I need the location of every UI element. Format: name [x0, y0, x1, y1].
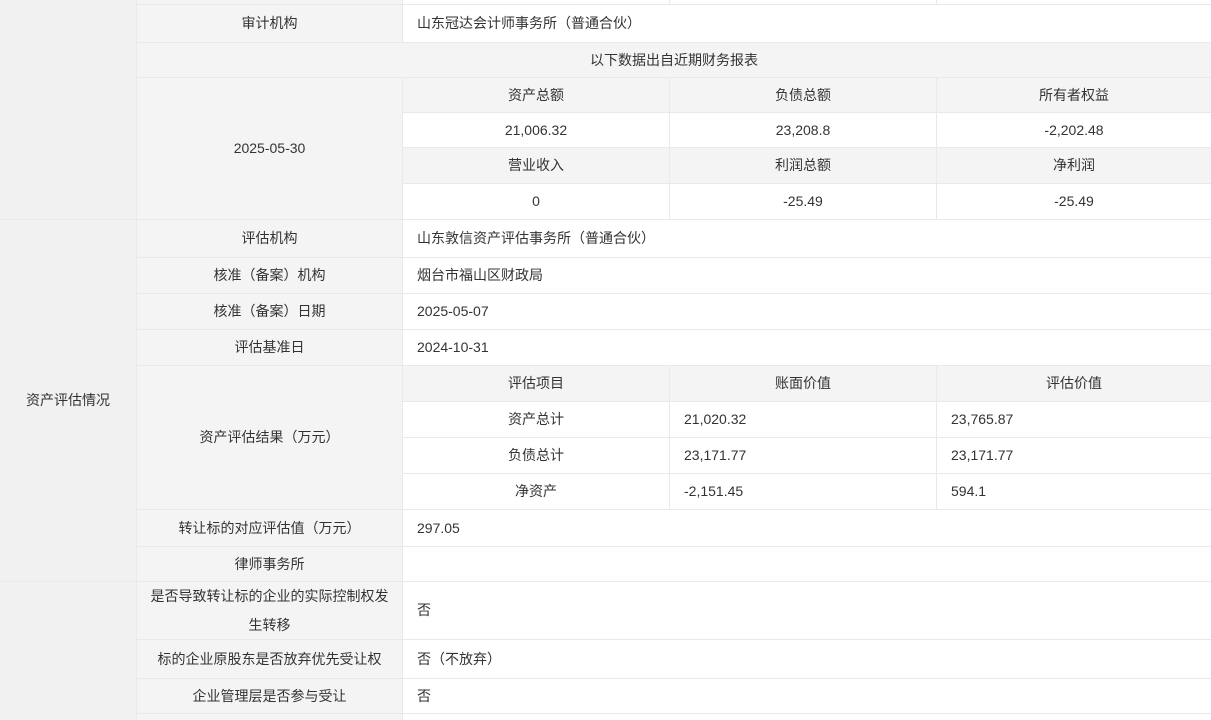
eval-value-total-assets: 23,765.87	[937, 402, 1211, 438]
asset-transfer-detail-table: 资产评估情况 审计机构 山东冠达会计师事务所（普通合伙） 以下数据出自近期财务报…	[0, 0, 1211, 720]
eval-header-book-value: 账面价值	[670, 366, 937, 402]
financial-header-net-profit: 净利润	[937, 148, 1211, 184]
financial-header-owners-equity: 所有者权益	[937, 78, 1211, 113]
management-participation-value: 否	[403, 679, 1211, 714]
management-participation-label: 企业管理层是否参与受让	[137, 679, 403, 714]
eval-header-eval-value: 评估价值	[937, 366, 1211, 402]
base-date-label: 评估基准日	[137, 330, 403, 366]
eval-result-label: 资产评估结果（万元）	[137, 366, 403, 510]
financial-value-revenue: 0	[403, 184, 670, 220]
financial-value-total-assets: 21,006.32	[403, 113, 670, 148]
eval-book-net-assets: -2,151.45	[670, 474, 937, 510]
approval-date-label: 核准（备案）日期	[137, 294, 403, 330]
law-firm-label: 律师事务所	[137, 547, 403, 582]
eval-item-total-liabilities: 负债总计	[403, 438, 670, 474]
financial-report-date: 2025-05-30	[137, 78, 403, 220]
audit-org-value: 山东冠达会计师事务所（普通合伙）	[403, 5, 1211, 43]
eval-agency-value: 山东敦信资产评估事务所（普通合伙）	[403, 220, 1211, 258]
section-label: 资产评估情况	[26, 390, 110, 410]
law-firm-value	[403, 547, 1211, 582]
eval-item-net-assets: 净资产	[403, 474, 670, 510]
sidebar-section-top	[0, 0, 137, 220]
financial-value-total-liabilities: 23,208.8	[670, 113, 937, 148]
waive-preemptive-label: 标的企业原股东是否放弃优先受让权	[137, 640, 403, 679]
approval-date-value: 2025-05-07	[403, 294, 1211, 330]
control-transfer-label: 是否导致转让标的企业的实际控制权发生转移	[137, 582, 403, 640]
eval-value-net-assets: 594.1	[937, 474, 1211, 510]
cutoff-bottom-label-cell	[137, 714, 403, 720]
eval-header-item: 评估项目	[403, 366, 670, 402]
eval-book-total-assets: 21,020.32	[670, 402, 937, 438]
financial-value-total-profit: -25.49	[670, 184, 937, 220]
financial-header-total-liabilities: 负债总额	[670, 78, 937, 113]
waive-preemptive-value: 否（不放弃）	[403, 640, 1211, 679]
sidebar-section-bottom	[0, 582, 137, 720]
eval-item-total-assets: 资产总计	[403, 402, 670, 438]
approval-org-label: 核准（备案）机构	[137, 258, 403, 294]
financial-header-revenue: 营业收入	[403, 148, 670, 184]
cutoff-bottom-cell	[403, 714, 1211, 720]
approval-org-value: 烟台市福山区财政局	[403, 258, 1211, 294]
audit-org-label: 审计机构	[137, 5, 403, 43]
financial-header-total-assets: 资产总额	[403, 78, 670, 113]
eval-value-total-liabilities: 23,171.77	[937, 438, 1211, 474]
eval-agency-label: 评估机构	[137, 220, 403, 258]
base-date-value: 2024-10-31	[403, 330, 1211, 366]
financial-value-net-profit: -25.49	[937, 184, 1211, 220]
financial-header-total-profit: 利润总额	[670, 148, 937, 184]
control-transfer-value: 否	[403, 582, 1211, 640]
transfer-value-value: 297.05	[403, 510, 1211, 547]
eval-book-total-liabilities: 23,171.77	[670, 438, 937, 474]
financial-note: 以下数据出自近期财务报表	[137, 43, 1211, 78]
financial-value-owners-equity: -2,202.48	[937, 113, 1211, 148]
sidebar-section-asset-evaluation: 资产评估情况	[0, 220, 137, 582]
transfer-value-label: 转让标的对应评估值（万元）	[137, 510, 403, 547]
